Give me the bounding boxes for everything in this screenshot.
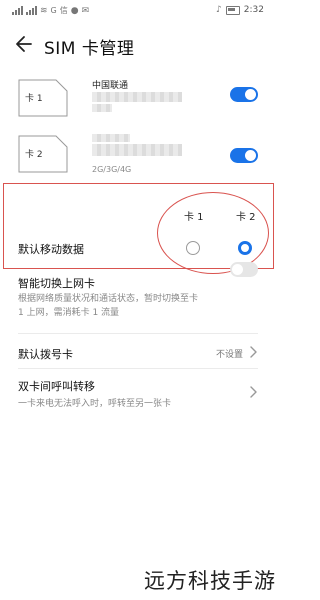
call-forwarding-title[interactable]: 双卡间呼叫转移 xyxy=(18,378,95,394)
status-right: ♪ 2:32 xyxy=(216,5,264,15)
default-dial-label[interactable]: 默认拨号卡 xyxy=(18,346,73,362)
back-arrow-icon[interactable] xyxy=(14,34,34,54)
mail-icon: ✉ xyxy=(81,5,90,16)
smart-switch-title: 智能切换上网卡 xyxy=(18,277,95,290)
smart-switch-description: 根据网络质量状况和通话状态，暂时切换至卡 1 上网，需消耗卡 1 流量 xyxy=(18,294,199,318)
sim-row-2: 卡 2 2G/3G/4G xyxy=(0,130,276,182)
smart-switch-toggle[interactable] xyxy=(230,262,258,277)
divider xyxy=(18,333,258,334)
column-label-card-2: 卡 2 xyxy=(236,212,256,223)
divider xyxy=(18,368,258,369)
signal-2-icon xyxy=(26,6,37,15)
sim-1-toggle[interactable] xyxy=(230,87,258,102)
notification-tag-2: 信 xyxy=(59,6,68,15)
status-bar: ≋ G 信 ● ✉ ♪ 2:32 xyxy=(0,0,276,22)
notification-tag-1: G xyxy=(50,6,57,15)
sim-2-network-type: 2G/3G/4G xyxy=(92,165,132,174)
sim-1-number-redacted xyxy=(92,92,182,102)
watermark: 远方科技手游 xyxy=(144,569,276,593)
sim-card-2-icon: 卡 2 xyxy=(18,135,68,173)
chevron-right-icon[interactable] xyxy=(249,386,257,398)
sim-2-number-redacted xyxy=(92,144,182,156)
default-data-radio-card-2[interactable] xyxy=(238,241,252,255)
call-forwarding-description: 一卡来电无法呼入时，呼转至另一张卡 xyxy=(18,399,172,409)
sim-2-carrier-redacted xyxy=(92,134,130,142)
default-data-radio-card-1[interactable] xyxy=(186,241,200,255)
mute-icon: ♪ xyxy=(216,5,222,15)
header: SIM 卡管理 xyxy=(0,28,276,62)
status-left: ≋ G 信 ● ✉ xyxy=(12,5,89,16)
sim-card-1-icon: 卡 1 xyxy=(18,79,68,117)
toggle-knob xyxy=(232,264,243,275)
sim-2-toggle[interactable] xyxy=(230,148,258,163)
sim-card-2-label: 卡 2 xyxy=(25,150,43,160)
default-data-label: 默认移动数据 xyxy=(18,243,84,256)
message-icon: ● xyxy=(70,5,79,16)
wifi-icon: ≋ xyxy=(40,5,48,16)
toggle-knob xyxy=(245,89,256,100)
page-title: SIM 卡管理 xyxy=(44,39,135,59)
default-dial-value[interactable]: 不设置 xyxy=(216,347,243,360)
signal-1-icon xyxy=(12,6,23,15)
chevron-right-icon[interactable] xyxy=(249,346,257,358)
column-label-card-1: 卡 1 xyxy=(184,212,204,223)
sim-row-1: 卡 1 中国联通 xyxy=(0,74,276,126)
sim-card-1-label: 卡 1 xyxy=(25,94,43,104)
toggle-knob xyxy=(245,150,256,161)
battery-icon xyxy=(225,5,240,15)
status-time: 2:32 xyxy=(243,5,264,15)
sim-1-info-redacted xyxy=(92,104,112,112)
sim-1-carrier: 中国联通 xyxy=(92,81,129,91)
